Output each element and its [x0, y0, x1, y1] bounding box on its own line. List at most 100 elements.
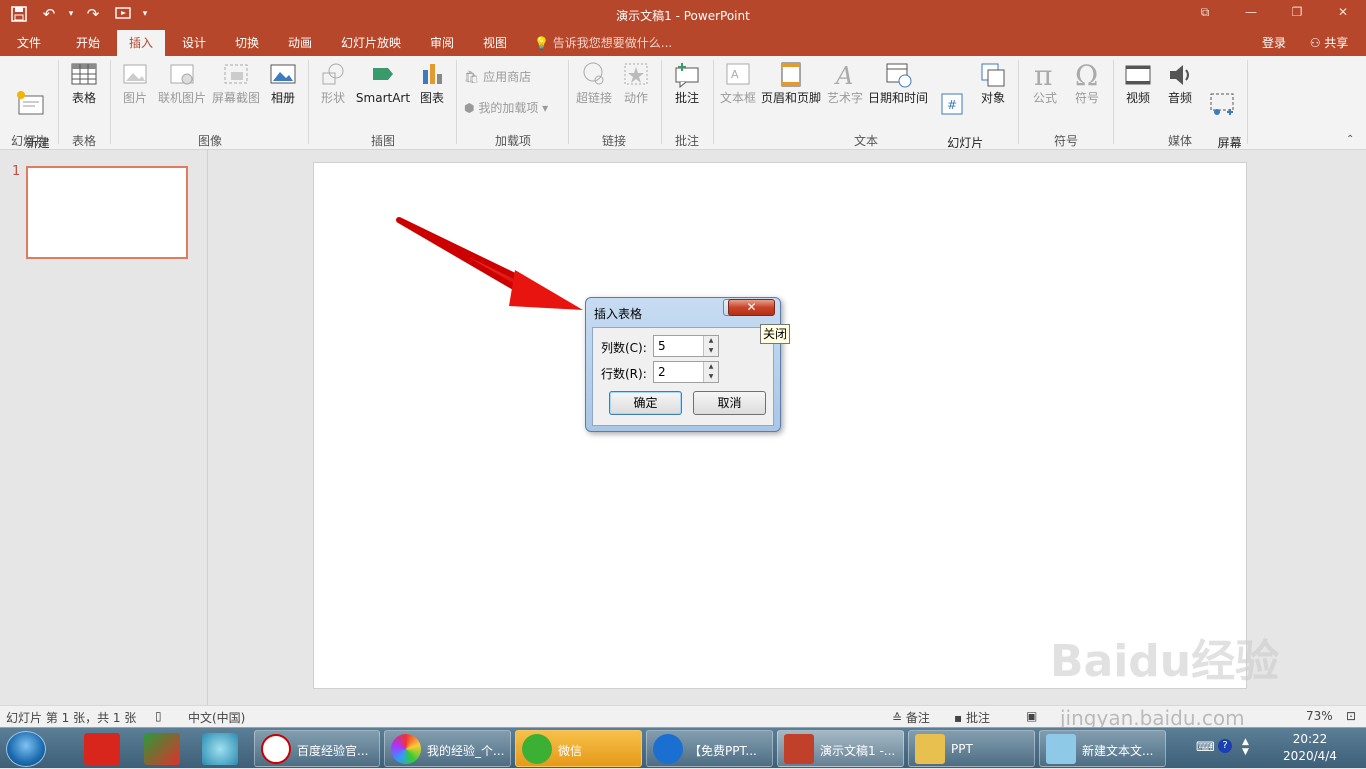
- taskbar-item-powerpoint[interactable]: 演示文稿1 -...: [777, 730, 904, 767]
- chrome-icon: [391, 734, 421, 764]
- online-picture-button[interactable]: 联机图片: [156, 60, 208, 106]
- tab-transitions[interactable]: 切换: [225, 30, 269, 56]
- picture-label: 图片: [122, 91, 147, 105]
- my-addins-label: 我的加载项: [478, 101, 539, 115]
- symbol-label: 符号: [1074, 91, 1099, 105]
- slide-number-icon: #: [941, 93, 963, 115]
- tray-expand-icon[interactable]: ▲ ▼: [1242, 737, 1249, 757]
- rows-spinner[interactable]: 2 ▲ ▼: [653, 361, 719, 383]
- language-indicator[interactable]: 中文(中国): [188, 709, 245, 726]
- object-button[interactable]: 对象: [975, 60, 1011, 106]
- store-button[interactable]: 🛍 应用商店: [464, 70, 564, 85]
- tab-review[interactable]: 审阅: [420, 30, 464, 56]
- wordart-button[interactable]: A 艺术字: [825, 60, 865, 106]
- title-bar: ↶ ▾ ↷ ▾ 演示文稿1 - PowerPoint ⧉ — ❐ ✕: [0, 0, 1366, 30]
- video-button[interactable]: 视频: [1118, 60, 1158, 106]
- audio-button[interactable]: 音频: [1160, 60, 1200, 106]
- start-button[interactable]: [6, 731, 46, 767]
- ribbon-display-options-button[interactable]: ⧉: [1182, 0, 1228, 24]
- columns-label: 列数(C):: [601, 341, 647, 355]
- hyperlink-button[interactable]: 超链接: [573, 60, 615, 106]
- rows-spin-arrows-icon[interactable]: ▲ ▼: [703, 362, 718, 382]
- pi-icon: π: [1034, 60, 1052, 88]
- normal-view-icon[interactable]: ▣: [1026, 709, 1037, 723]
- fit-to-window-icon[interactable]: ⊡: [1346, 709, 1356, 723]
- equation-button[interactable]: π 公式: [1026, 60, 1064, 106]
- zoom-level[interactable]: 73%: [1306, 709, 1333, 723]
- tab-insert[interactable]: 插入: [117, 30, 165, 56]
- vertical-scrollbar[interactable]: [1350, 150, 1366, 705]
- wordart-label: 艺术字: [826, 91, 863, 105]
- action-icon: [624, 63, 648, 85]
- group-media-label: 媒体: [1167, 134, 1192, 148]
- cancel-button[interactable]: 取消: [693, 391, 766, 415]
- smartart-button[interactable]: SmartArt: [355, 60, 411, 106]
- notes-button[interactable]: ≙ 备注: [892, 709, 930, 726]
- ok-button[interactable]: 确定: [609, 391, 682, 415]
- shapes-icon: [322, 63, 344, 85]
- help-tray-icon[interactable]: ?: [1218, 739, 1232, 753]
- tell-me-box[interactable]: 💡 告诉我您想要做什么...: [534, 30, 672, 56]
- shapes-label: 形状: [320, 91, 345, 105]
- taskbar-item-sogou[interactable]: 【免费PPT...: [646, 730, 773, 767]
- clock-time: 20:22: [1292, 732, 1328, 746]
- speaker-icon: [1170, 65, 1189, 85]
- collapse-ribbon-icon[interactable]: ⌃: [1346, 134, 1354, 145]
- spellcheck-icon[interactable]: ▯: [155, 709, 162, 723]
- datetime-icon: [886, 63, 912, 88]
- store-label: 应用商店: [483, 70, 532, 84]
- tab-view[interactable]: 视图: [473, 30, 517, 56]
- smartart-label: SmartArt: [355, 91, 411, 105]
- keyboard-icon[interactable]: ⌨: [1196, 740, 1215, 755]
- header-footer-button[interactable]: 页眉和页脚: [759, 60, 823, 106]
- close-button[interactable]: ✕: [1320, 0, 1366, 24]
- picture-button[interactable]: 图片: [116, 60, 154, 106]
- taskbar-item-folder[interactable]: PPT: [908, 730, 1035, 767]
- tab-slideshow[interactable]: 幻灯片放映: [334, 30, 408, 56]
- lightbulb-icon: 💡: [534, 36, 549, 50]
- tab-animations[interactable]: 动画: [278, 30, 322, 56]
- comments-button[interactable]: ▪ 批注: [954, 709, 990, 726]
- minimize-button[interactable]: —: [1228, 0, 1274, 24]
- restore-button[interactable]: ❐: [1274, 0, 1320, 24]
- share-button[interactable]: ⚇ 共享: [1300, 33, 1358, 53]
- taskbar-item-wechat[interactable]: 微信: [515, 730, 642, 767]
- shapes-button[interactable]: 形状: [314, 60, 352, 106]
- baidu-jingyan-icon: [261, 734, 291, 764]
- ribbon: 新建 幻灯片 表格 图片 联机图片 屏幕截图 相册 图像 形状 SmartArt…: [0, 56, 1366, 165]
- datetime-button[interactable]: 日期和时间: [866, 60, 930, 106]
- app-icon[interactable]: [144, 733, 180, 765]
- slide-thumbnail[interactable]: [26, 166, 188, 259]
- tab-file[interactable]: 文件: [8, 30, 50, 56]
- notes-label: 备注: [905, 711, 930, 725]
- login-link[interactable]: 登录: [1262, 30, 1286, 56]
- table-icon: [71, 63, 97, 85]
- action-button[interactable]: 动作: [618, 60, 654, 106]
- youdao-icon[interactable]: [84, 733, 120, 765]
- tab-design[interactable]: 设计: [172, 30, 216, 56]
- screenshot-button[interactable]: 屏幕截图: [209, 60, 263, 106]
- chart-button[interactable]: 图表: [414, 60, 450, 106]
- dialog-close-button[interactable]: ✕: [728, 299, 775, 316]
- textbox-button[interactable]: A 文本框: [718, 60, 758, 106]
- browser-icon[interactable]: [202, 733, 238, 765]
- taskbar-item-notepad[interactable]: 新建文本文...: [1039, 730, 1166, 767]
- person-icon: ⚇: [1309, 36, 1321, 50]
- table-button[interactable]: 表格: [62, 60, 106, 106]
- comment-button[interactable]: 批注: [667, 60, 707, 106]
- screenshot-icon: [224, 64, 248, 84]
- hyperlink-icon: [583, 62, 604, 85]
- tab-home[interactable]: 开始: [66, 30, 110, 56]
- columns-spin-arrows-icon[interactable]: ▲ ▼: [703, 336, 718, 356]
- taskbar-item-myexp[interactable]: 我的经验_个...: [384, 730, 511, 767]
- album-button[interactable]: 相册: [264, 60, 302, 106]
- columns-spinner[interactable]: 5 ▲ ▼: [653, 335, 719, 357]
- chart-icon: [423, 64, 442, 84]
- my-addins-button[interactable]: ⬢ 我的加载项 ▾: [464, 101, 564, 116]
- taskbar-item-baidu[interactable]: 百度经验官...: [254, 730, 380, 767]
- group-slides-label: 幻灯片: [10, 134, 47, 148]
- symbol-button[interactable]: Ω 符号: [1068, 60, 1106, 106]
- clock[interactable]: 20:22 2020/4/4: [1278, 731, 1342, 765]
- ribbon-tabs: 文件 开始 插入 设计 切换 动画 幻灯片放映 审阅 视图 💡 告诉我您想要做什…: [0, 30, 1366, 56]
- folder-icon: [915, 734, 945, 764]
